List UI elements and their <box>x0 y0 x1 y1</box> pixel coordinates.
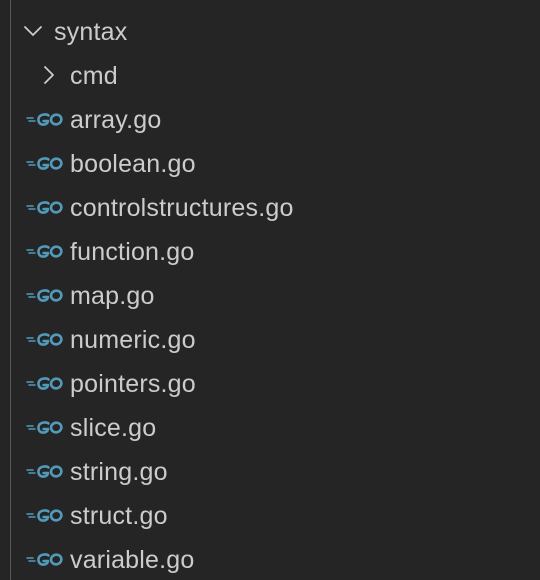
file-label: numeric.go <box>70 325 196 354</box>
chevron-down-icon[interactable] <box>22 20 44 42</box>
file-item[interactable]: function.go <box>0 230 540 274</box>
go-file-icon <box>26 332 64 347</box>
chevron-right-icon[interactable] <box>38 64 60 86</box>
file-item[interactable]: array.go <box>0 98 540 142</box>
go-file-icon <box>26 156 64 171</box>
file-label: slice.go <box>70 413 157 442</box>
file-label: struct.go <box>70 501 168 530</box>
go-file-icon <box>26 464 64 479</box>
file-label: variable.go <box>70 545 195 574</box>
go-file-icon <box>26 288 64 303</box>
file-label: function.go <box>70 237 195 266</box>
file-item[interactable]: map.go <box>0 274 540 318</box>
go-file-icon <box>26 552 64 567</box>
file-item[interactable]: boolean.go <box>0 142 540 186</box>
folder-syntax[interactable]: syntax <box>0 10 540 54</box>
file-item[interactable]: pointers.go <box>0 362 540 406</box>
go-file-icon <box>26 244 64 259</box>
folder-label: cmd <box>70 61 118 90</box>
file-item[interactable]: numeric.go <box>0 318 540 362</box>
file-item[interactable]: controlstructures.go <box>0 186 540 230</box>
go-file-icon <box>26 112 64 127</box>
file-label: string.go <box>70 457 168 486</box>
go-file-icon <box>26 508 64 523</box>
file-label: map.go <box>70 281 155 310</box>
file-explorer-tree: syntax cmd array.go boolean.go controlst… <box>0 0 540 580</box>
file-item[interactable]: struct.go <box>0 494 540 538</box>
file-label: boolean.go <box>70 149 196 178</box>
file-label: pointers.go <box>70 369 196 398</box>
go-file-icon <box>26 376 64 391</box>
folder-cmd[interactable]: cmd <box>0 54 540 98</box>
folder-label: syntax <box>54 17 128 46</box>
file-item[interactable]: string.go <box>0 450 540 494</box>
go-file-icon <box>26 420 64 435</box>
file-item[interactable]: slice.go <box>0 406 540 450</box>
go-file-icon <box>26 200 64 215</box>
file-label: controlstructures.go <box>70 193 294 222</box>
file-item[interactable]: variable.go <box>0 538 540 580</box>
file-label: array.go <box>70 105 162 134</box>
